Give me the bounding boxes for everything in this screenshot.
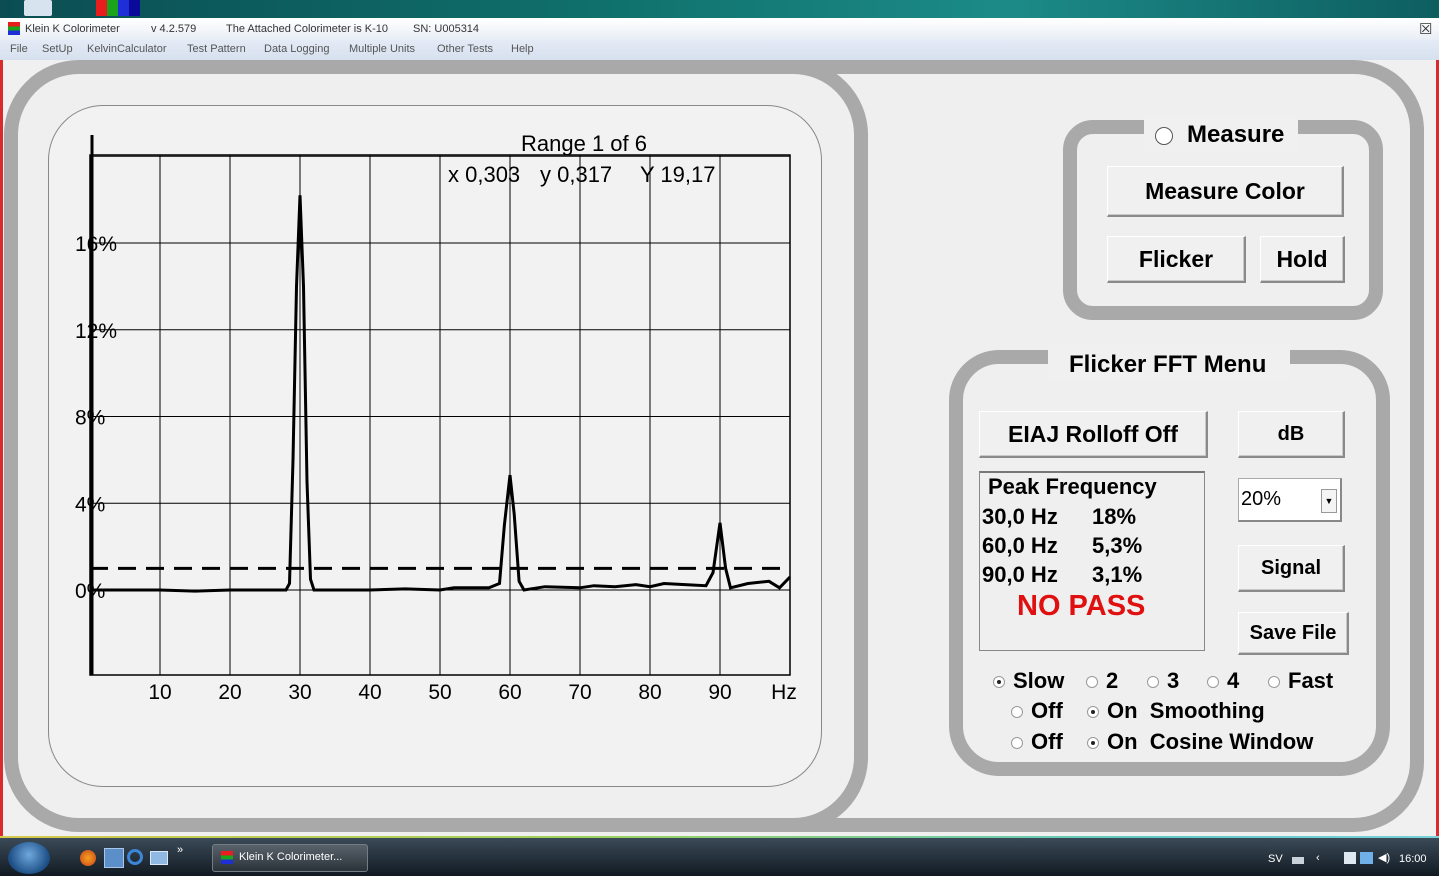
save-file-button[interactable]: Save File (1238, 612, 1349, 655)
chart-grid (89, 154, 791, 676)
smoothing-off-radio[interactable] (1011, 706, 1023, 718)
menu-bar: File SetUp KelvinCalculator Test Pattern… (0, 40, 1439, 60)
chart-x-readout: x 0,303 (448, 162, 520, 187)
start-button[interactable] (8, 842, 50, 874)
no-pass-result: NO PASS (1017, 590, 1146, 622)
x-tick-label: 60 (498, 681, 521, 704)
smoothing-on-label: On Smoothing (1107, 698, 1265, 723)
speed-label-4: 4 (1227, 668, 1240, 693)
peak-freq-1: 30,0 Hz (982, 504, 1058, 529)
peak-pct-2: 5,3% (1092, 533, 1143, 558)
speed-radio-3[interactable] (1147, 676, 1159, 688)
speed-radio-fast[interactable] (1268, 676, 1280, 688)
measure-title: Measure (1187, 121, 1285, 148)
speed-radio-4[interactable] (1207, 676, 1219, 688)
desktop-icon (24, 0, 52, 16)
serial-number: SN: U005314 (413, 23, 480, 35)
language-indicator[interactable]: SV (1268, 853, 1283, 865)
speed-label-fast: Fast (1288, 668, 1334, 693)
ie-icon[interactable] (127, 849, 143, 865)
y-tick-label: 8% (75, 407, 105, 430)
chart-range-label: Range 1 of 6 (521, 131, 647, 156)
peak-pct-1: 18% (1092, 504, 1137, 529)
x-tick-label: 10 (148, 681, 171, 704)
desktop-strip (0, 0, 1439, 18)
scale-dropdown-value: 20% (1241, 488, 1282, 510)
desktop-icon-quick[interactable] (150, 851, 168, 865)
flicker-button[interactable]: Flicker (1107, 236, 1246, 283)
x-tick-label: 30 (288, 681, 311, 704)
measure-color-button[interactable]: Measure Color (1107, 166, 1344, 217)
x-tick-label: Hz (771, 681, 797, 704)
fft-chart: 0%4%8%12%16% 10 20 30 40 50 60 70 80 90 Hz Range … (75, 131, 797, 704)
x-tick-label: 90 (708, 681, 731, 704)
app-name: Klein K Colorimeter (25, 23, 120, 35)
x-tick-label: 50 (428, 681, 451, 704)
taskbar-window-label: Klein K Colorimeter... (239, 851, 343, 863)
y-tick-label: 12% (75, 320, 117, 343)
signal-button[interactable]: Signal (1238, 545, 1345, 592)
menu-other-tests[interactable]: Other Tests (437, 43, 493, 55)
measure-radio[interactable] (1155, 127, 1173, 145)
smoothing-off-label: Off (1031, 698, 1063, 723)
close-icon[interactable]: ☒ (1419, 20, 1432, 38)
speed-label-3: 3 (1167, 668, 1180, 693)
x-tick-label: 80 (638, 681, 661, 704)
keyboard-icon[interactable] (1292, 857, 1304, 864)
speed-radio-2[interactable] (1086, 676, 1098, 688)
window-border-left (0, 18, 3, 838)
speed-label-2: 2 (1106, 668, 1119, 693)
attached-device: The Attached Colorimeter is K-10 (226, 23, 389, 35)
x-tick-label: 40 (358, 681, 381, 704)
app-icon (8, 22, 20, 35)
colorimeter-quicklaunch-icon[interactable] (104, 848, 124, 868)
more-icon[interactable]: » (177, 844, 183, 856)
eiaj-rolloff-button[interactable]: EIAJ Rolloff Off (979, 411, 1208, 458)
menu-kelvin-calculator[interactable]: KelvinCalculator (87, 43, 166, 55)
cosine-on-label: On Cosine Window (1107, 729, 1314, 754)
smoothing-on-radio[interactable] (1087, 706, 1099, 718)
taskbar-window-button[interactable]: Klein K Colorimeter... (212, 844, 368, 872)
menu-help[interactable]: Help (511, 43, 534, 55)
y-tick-label: 4% (75, 493, 105, 516)
menu-file[interactable]: File (10, 43, 28, 55)
title-bar: Klein K Colorimeter v 4.2.579 The Attach… (0, 18, 1439, 41)
cosine-off-radio[interactable] (1011, 737, 1023, 749)
taskbar-window-icon (221, 851, 233, 864)
menu-data-logging[interactable]: Data Logging (264, 43, 329, 55)
x-tick-label: 70 (568, 681, 591, 704)
firefox-icon[interactable] (80, 850, 96, 866)
cosine-off-label: Off (1031, 729, 1063, 754)
app-version: v 4.2.579 (151, 23, 197, 35)
volume-icon[interactable]: ◀) (1378, 851, 1390, 864)
scale-dropdown[interactable]: 20% ▼ (1238, 478, 1342, 522)
chevron-left-icon[interactable]: ‹ (1316, 852, 1320, 864)
chart-Y-readout: Y 19,17 (640, 162, 715, 187)
speed-radio-slow[interactable] (993, 676, 1005, 688)
db-button[interactable]: dB (1238, 411, 1345, 458)
hold-button[interactable]: Hold (1260, 236, 1345, 283)
tray-app-icon[interactable] (1344, 852, 1356, 864)
clock[interactable]: 16:00 (1399, 853, 1427, 865)
x-tick-label: 20 (218, 681, 241, 704)
menu-test-pattern[interactable]: Test Pattern (187, 43, 246, 55)
network-icon[interactable] (1360, 852, 1373, 864)
dropdown-arrow-icon[interactable]: ▼ (1321, 489, 1337, 513)
y-tick-label: 16% (75, 233, 117, 256)
peak-frequency-title: Peak Frequency (988, 474, 1157, 499)
taskbar: » Klein K Colorimeter... SV ‹ ◀) 16:00 (0, 838, 1439, 876)
color-bars-icon (96, 0, 140, 16)
peak-freq-2: 60,0 Hz (982, 533, 1058, 558)
speed-label-slow: Slow (1013, 668, 1065, 693)
fft-panel-title: Flicker FFT Menu (1069, 351, 1267, 378)
y-axis-labels: 0%4%8%12%16% (75, 233, 117, 603)
x-axis-labels: 10 20 30 40 50 60 70 80 90 Hz (148, 681, 797, 704)
menu-setup[interactable]: SetUp (42, 43, 73, 55)
peak-pct-3: 3,1% (1092, 562, 1143, 587)
menu-multiple-units[interactable]: Multiple Units (349, 43, 415, 55)
peak-freq-3: 90,0 Hz (982, 562, 1058, 587)
cosine-on-radio[interactable] (1087, 737, 1099, 749)
chart-y-readout: y 0,317 (540, 162, 612, 187)
